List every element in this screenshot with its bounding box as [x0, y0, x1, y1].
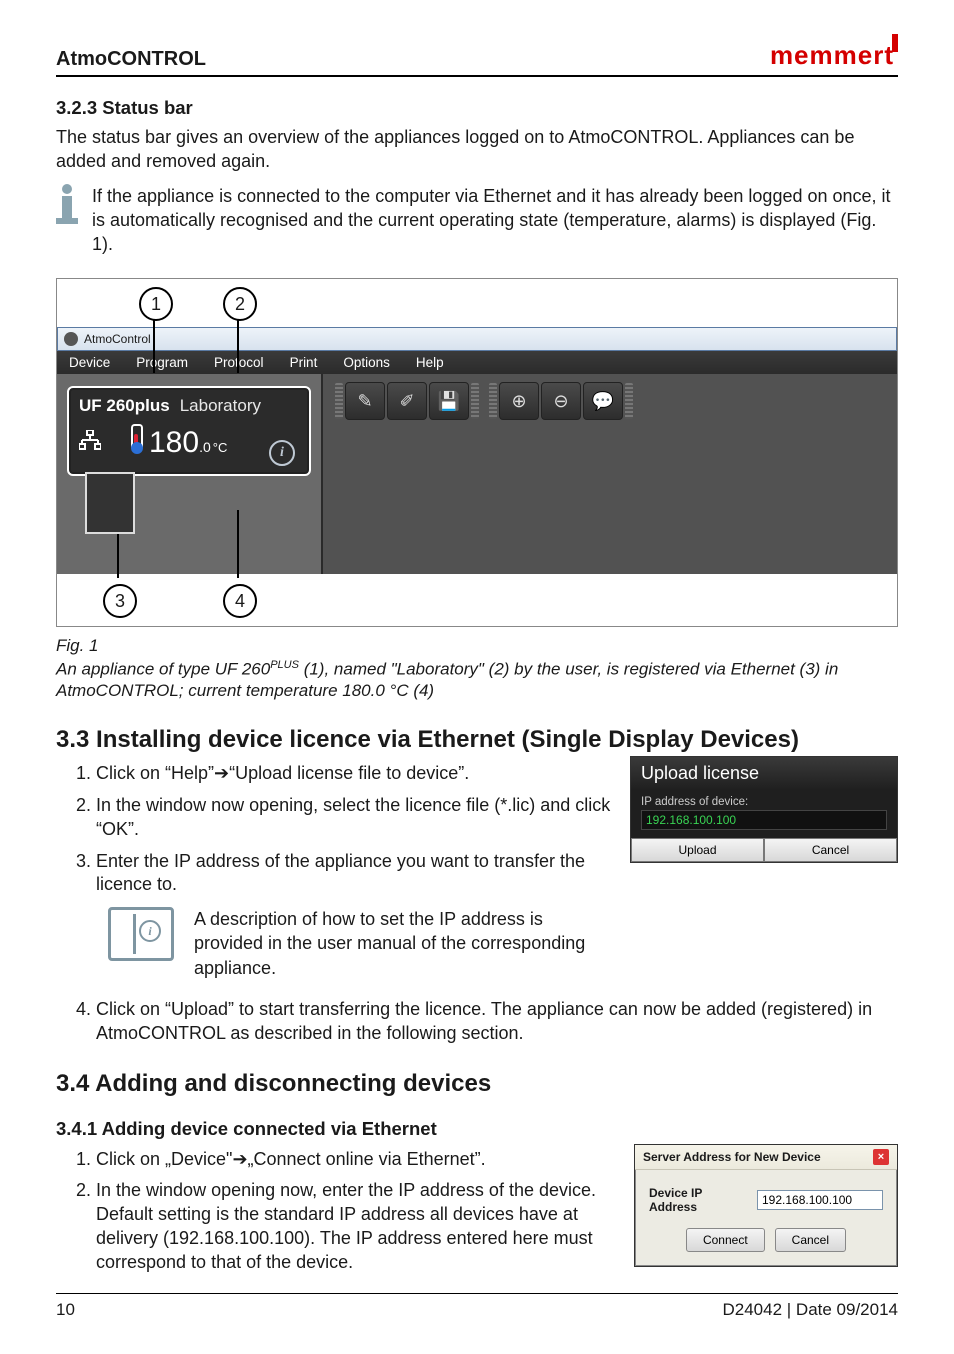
figure-1-caption: Fig. 1 An appliance of type UF 260PLUS (…: [56, 635, 898, 702]
ip-label: IP address of device:: [641, 796, 887, 808]
page-header: AtmoCONTROL memmert: [56, 40, 898, 77]
tool-remove-icon[interactable]: ⊖: [541, 382, 581, 420]
ip-input[interactable]: [641, 810, 887, 830]
close-icon[interactable]: ×: [873, 1149, 889, 1165]
device-thumbnail: [85, 472, 135, 534]
temperature-value: 180.0°C: [149, 426, 227, 460]
device-ip-input[interactable]: [757, 1190, 883, 1210]
cancel-button[interactable]: Cancel: [775, 1228, 846, 1252]
menu-help[interactable]: Help: [416, 355, 444, 370]
heading-323: 3.2.3 Status bar: [56, 97, 898, 119]
app-titlebar: AtmoControl: [57, 327, 897, 351]
sidebar: UF 260plus Laboratory 180.0°C: [57, 374, 323, 574]
callout-4: 4: [223, 584, 257, 618]
figure-1-screenshot: 1 2 AtmoControl Device Program Protocol …: [56, 278, 898, 627]
info-note: If the appliance is connected to the com…: [56, 184, 898, 257]
app-icon: [64, 332, 78, 346]
cancel-button[interactable]: Cancel: [764, 838, 897, 862]
steps-33b: Click on “Upload” to start transferring …: [56, 998, 898, 1046]
dialog-title: Upload license: [631, 757, 897, 790]
page-footer: 10 D24042 | Date 09/2014: [56, 1293, 898, 1320]
tool-save-icon[interactable]: 💾: [429, 382, 469, 420]
header-title: AtmoCONTROL: [56, 48, 206, 71]
toolbar-handle[interactable]: [471, 383, 479, 419]
tool-new-icon[interactable]: ✎: [345, 382, 385, 420]
tool-comment-icon[interactable]: 💬: [583, 382, 623, 420]
device-info-icon[interactable]: i: [269, 440, 295, 466]
app-title: AtmoControl: [84, 332, 151, 346]
brand-logo: memmert: [770, 40, 898, 71]
page-number: 10: [56, 1300, 75, 1320]
tool-edit-icon[interactable]: ✐: [387, 382, 427, 420]
toolbar-handle[interactable]: [335, 383, 343, 419]
doc-id: D24042 | Date 09/2014: [723, 1300, 899, 1320]
device-model: UF 260plus: [79, 396, 170, 416]
upload-license-dialog: Upload license IP address of device: Upl…: [630, 756, 898, 863]
dialog-title: Server Address for New Device: [643, 1150, 821, 1164]
callout-1: 1: [139, 287, 173, 321]
server-address-dialog: Server Address for New Device × Device I…: [634, 1144, 898, 1267]
heading-34: 3.4 Adding and disconnecting devices: [56, 1070, 898, 1098]
menubar: Device Program Protocol Print Options He…: [57, 351, 897, 374]
manual-icon: i: [108, 907, 174, 961]
menu-print[interactable]: Print: [290, 355, 318, 370]
info-text: If the appliance is connected to the com…: [92, 184, 898, 257]
heading-341: 3.4.1 Adding device connected via Ethern…: [56, 1118, 898, 1140]
toolbar-handle[interactable]: [625, 383, 633, 419]
menu-program[interactable]: Program: [136, 355, 188, 370]
tool-add-icon[interactable]: ⊕: [499, 382, 539, 420]
ip-label: Device IP Address: [649, 1186, 747, 1214]
connect-button[interactable]: Connect: [686, 1228, 765, 1252]
manual-text: A description of how to set the IP addre…: [194, 907, 614, 980]
callout-3: 3: [103, 584, 137, 618]
device-card[interactable]: UF 260plus Laboratory 180.0°C: [67, 386, 311, 476]
thermometer-icon: [131, 424, 143, 452]
para-323-1: The status bar gives an overview of the …: [56, 125, 898, 174]
upload-button[interactable]: Upload: [631, 838, 764, 862]
callout-2: 2: [223, 287, 257, 321]
ethernet-icon: [79, 430, 101, 455]
toolbar: ✎ ✐ 💾 ⊕ ⊖ 💬: [335, 382, 633, 420]
heading-33: 3.3 Installing device licence via Ethern…: [56, 726, 898, 754]
toolbar-handle[interactable]: [489, 383, 497, 419]
manual-reference: i A description of how to set the IP add…: [108, 907, 898, 980]
menu-device[interactable]: Device: [69, 355, 110, 370]
device-name: Laboratory: [180, 396, 261, 416]
info-icon: [56, 184, 78, 224]
menu-options[interactable]: Options: [343, 355, 390, 370]
step-33-4: Click on “Upload” to start transferring …: [96, 998, 898, 1046]
